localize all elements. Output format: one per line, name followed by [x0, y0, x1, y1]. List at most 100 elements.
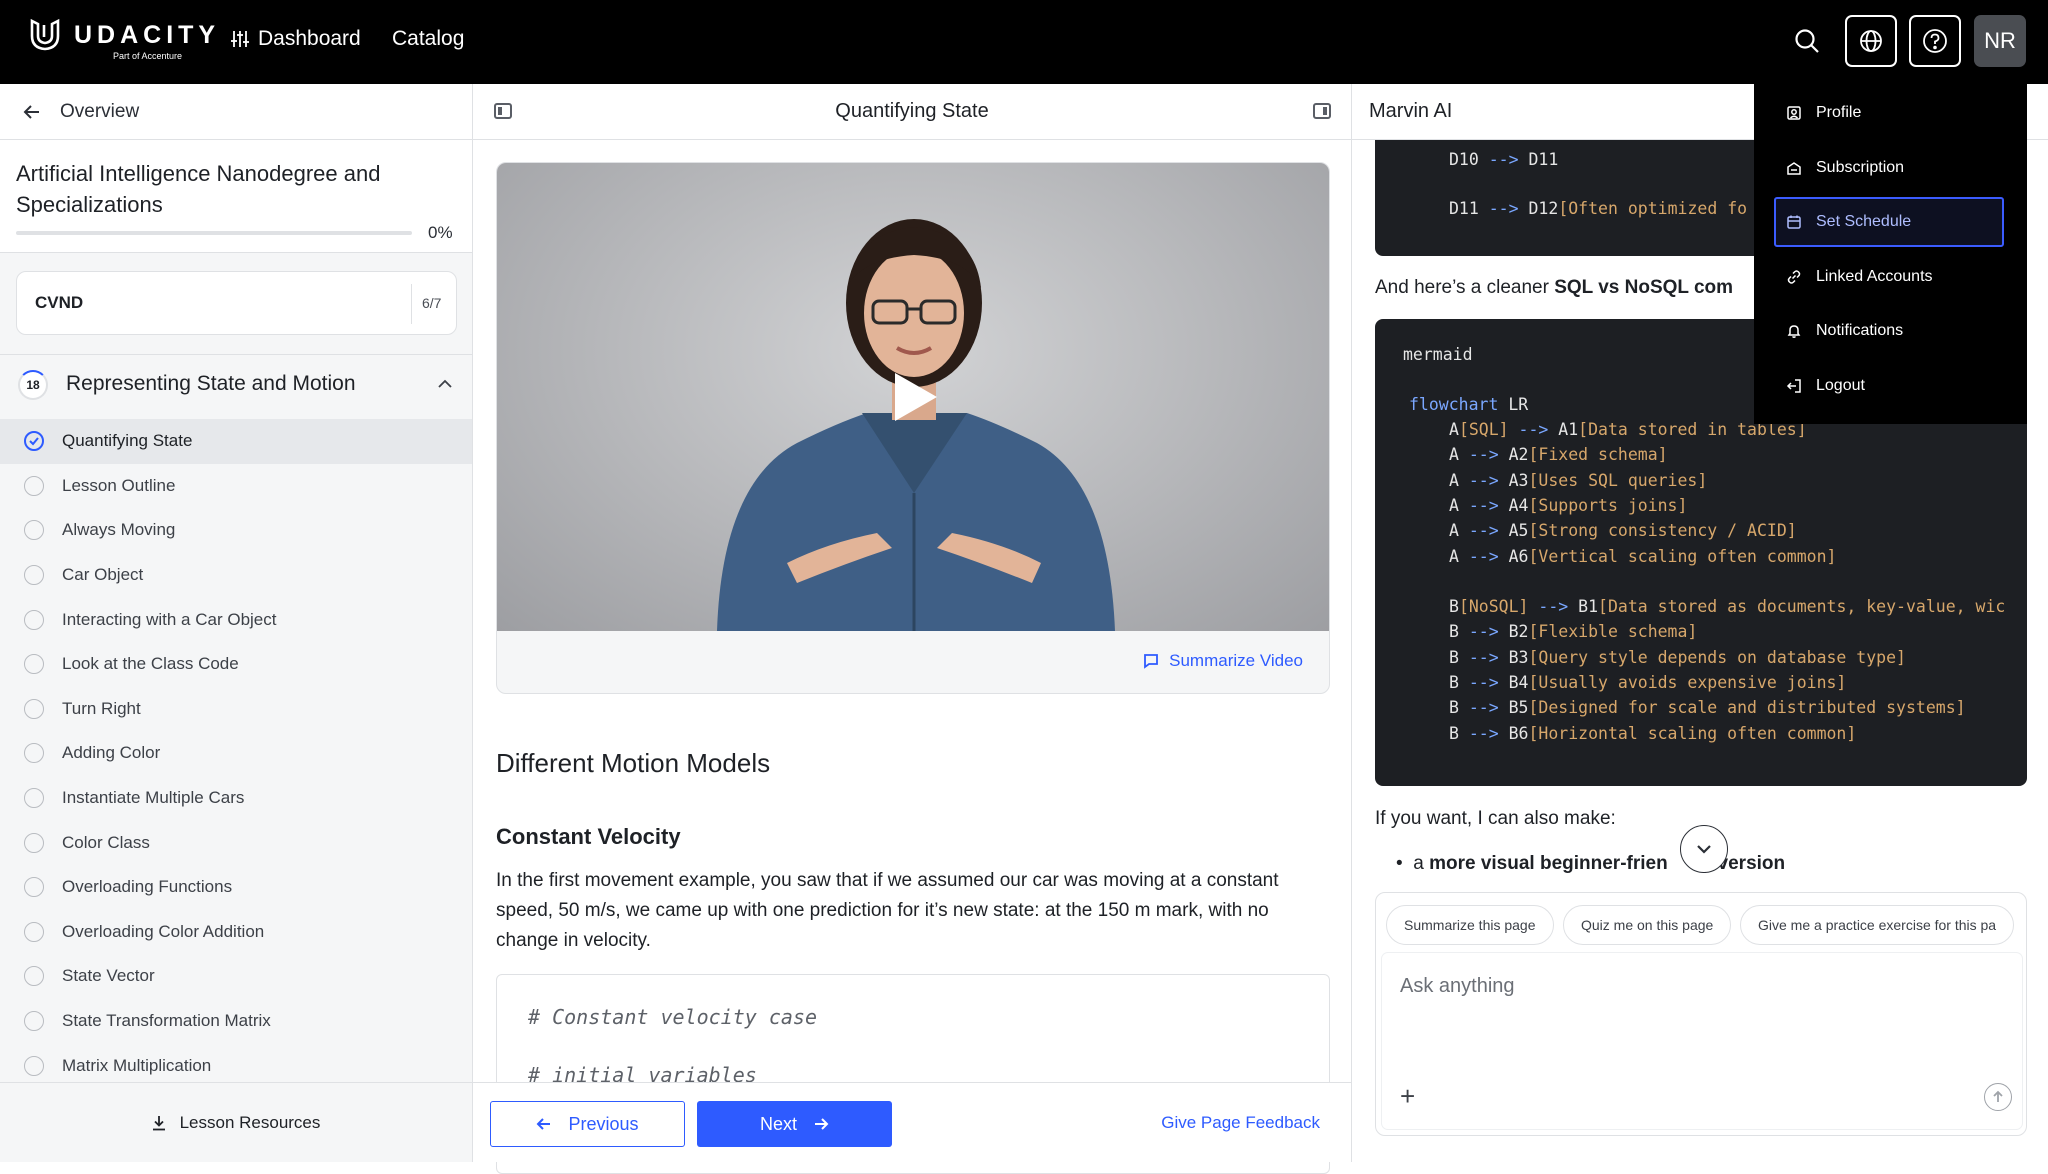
suggestion-chip[interactable]: Quiz me on this page	[1563, 905, 1732, 945]
user-menu-dropdown: Profile Subscription Set Schedule Linked Ac…	[1754, 84, 2027, 424]
user-avatar-button[interactable]: NR	[1974, 15, 2026, 67]
code-token: D11	[1449, 199, 1489, 218]
code-token: B	[1449, 622, 1459, 642]
menu-item-subscription[interactable]: Subscription	[1774, 143, 2004, 193]
code-token: -->	[1458, 698, 1509, 718]
sidebar-lesson-item[interactable]: Turn Right	[0, 687, 472, 732]
code-token: [NoSQL]	[1458, 597, 1529, 617]
sidebar-lesson-item[interactable]: Look at the Class Code	[0, 642, 472, 687]
sidebar-lesson-item[interactable]: Car Object	[0, 553, 472, 598]
previous-button[interactable]: Previous	[490, 1101, 685, 1147]
language-button[interactable]	[1845, 15, 1897, 67]
sidebar-lesson-item-label: Adding Color	[62, 743, 161, 763]
next-button[interactable]: Next	[697, 1101, 892, 1147]
avatar-initials: NR	[1984, 28, 2016, 53]
logo-wordmark: UDACITY	[74, 20, 221, 49]
menu-item-profile[interactable]: Profile	[1774, 88, 2004, 138]
code-token: -->	[1488, 150, 1519, 169]
globe-icon	[1860, 30, 1882, 52]
code-token: A4	[1508, 495, 1529, 515]
module-count: 6/7	[422, 295, 442, 311]
sidebar-lesson-item[interactable]: Overloading Functions	[0, 865, 472, 910]
lesson-resources-button[interactable]: Lesson Resources	[0, 1082, 472, 1162]
empty-circle-icon	[24, 966, 44, 987]
summarize-video-label: Summarize Video	[1169, 651, 1303, 670]
overview-label: Overview	[60, 100, 140, 122]
empty-circle-icon	[24, 609, 44, 630]
sidebar-lesson-item[interactable]: Quantifying State	[0, 419, 472, 464]
empty-circle-icon	[24, 743, 44, 764]
menu-item-linked-accounts[interactable]: Linked Accounts	[1774, 252, 2004, 302]
bell-icon	[1786, 323, 1802, 339]
menu-item-label: Subscription	[1816, 158, 1905, 176]
sidebar-lesson-item[interactable]: Instantiate Multiple Cars	[0, 776, 472, 821]
download-icon	[152, 1115, 165, 1130]
course-header: Artificial Intelligence Nanodegree and S…	[0, 140, 472, 253]
code-token: -->	[1458, 470, 1509, 490]
menu-item-set-schedule[interactable]: Set Schedule	[1774, 197, 2004, 248]
give-feedback-link[interactable]: Give Page Feedback	[1161, 1113, 1320, 1133]
sidebar-lesson-item[interactable]: Overloading Color Addition	[0, 910, 472, 955]
bullet-bold: more visual beginner-frien	[1429, 853, 1668, 874]
collapse-right-panel-icon[interactable]	[1313, 103, 1331, 119]
code-token: D10	[1449, 150, 1489, 169]
code-token: -->	[1458, 521, 1509, 541]
send-button[interactable]	[1984, 1083, 2012, 1111]
code-line: D10 --> D11	[1449, 150, 1558, 169]
sidebar-lesson-item[interactable]: State Transformation Matrix	[0, 999, 472, 1044]
subscription-icon	[1786, 160, 1802, 176]
code-token: [Data stored as documents, key-value, wi…	[1598, 597, 2006, 617]
code-token: [Usually avoids expensive joins]	[1528, 673, 1847, 692]
code-token: -->	[1458, 622, 1509, 642]
code-token: A	[1449, 470, 1459, 490]
code-line: A --> A4[Supports joins]	[1449, 496, 1687, 515]
overview-link[interactable]: Overview	[0, 84, 472, 140]
video-player[interactable]	[497, 163, 1329, 631]
ask-input[interactable]: Ask anything +	[1382, 953, 2022, 1129]
scroll-to-bottom-button[interactable]	[1680, 825, 1728, 873]
module-selector[interactable]: CVND 6/7	[16, 271, 457, 335]
marvin-title: Marvin AI	[1369, 100, 1453, 122]
check-circle-icon	[24, 431, 44, 452]
code-token: [SQL]	[1458, 420, 1509, 439]
nav-catalog[interactable]: Catalog	[392, 27, 464, 51]
sidebar-lesson-item[interactable]: Lesson Outline	[0, 464, 472, 509]
course-progress-text: 0%	[428, 223, 453, 242]
sidebar-lesson-item[interactable]: Always Moving	[0, 508, 472, 553]
code-token: [Designed for scale and distributed syst…	[1528, 698, 1966, 718]
page-title: Quantifying State	[835, 100, 989, 122]
lesson-number-badge: 18	[18, 370, 48, 400]
help-button[interactable]	[1909, 15, 1961, 67]
code-token: B3	[1508, 647, 1529, 667]
code-token: A3	[1508, 470, 1529, 490]
code-token: A	[1449, 420, 1459, 439]
chevron-up-icon[interactable]	[436, 375, 454, 393]
sidebar-lesson-item[interactable]: Color Class	[0, 820, 472, 865]
empty-circle-icon	[24, 1011, 44, 1032]
attach-plus-icon[interactable]: +	[1400, 1081, 1415, 1112]
search-button[interactable]	[1792, 26, 1822, 56]
suggestion-chip[interactable]: Give me a practice exercise for this pa	[1740, 905, 2015, 945]
menu-item-notifications[interactable]: Notifications	[1774, 306, 2004, 356]
lesson-item-list: Quantifying State Lesson Outline Always Mo…	[0, 419, 472, 1088]
code-token: [Fixed schema]	[1528, 445, 1668, 465]
sidebar-lesson-item[interactable]: Adding Color	[0, 731, 472, 776]
empty-circle-icon	[24, 1055, 44, 1076]
udacity-logo[interactable]: UDACITY Part of Accenture	[28, 18, 221, 61]
code-token: [Flexible schema]	[1528, 622, 1698, 642]
lesson-resources-label: Lesson Resources	[179, 1112, 321, 1132]
suggestion-chip[interactable]: Summarize this page	[1386, 905, 1554, 945]
code-token: A5	[1508, 521, 1529, 541]
lesson-header[interactable]: 18 Representing State and Motion	[0, 354, 472, 414]
nav-dashboard[interactable]: Dashboard	[230, 27, 361, 51]
code-token: -->	[1528, 597, 1579, 617]
summarize-video-button[interactable]: Summarize Video	[1143, 651, 1303, 671]
sidebar-lesson-item[interactable]: Interacting with a Car Object	[0, 597, 472, 642]
next-label: Next	[759, 1113, 797, 1134]
play-icon[interactable]	[891, 371, 939, 423]
code-line: B --> B3[Query style depends on database…	[1449, 648, 1906, 667]
arrow-left-icon	[23, 104, 39, 119]
menu-item-logout[interactable]: Logout	[1774, 361, 2004, 411]
sidebar-lesson-item[interactable]: State Vector	[0, 954, 472, 999]
code-token: B2	[1508, 622, 1529, 642]
